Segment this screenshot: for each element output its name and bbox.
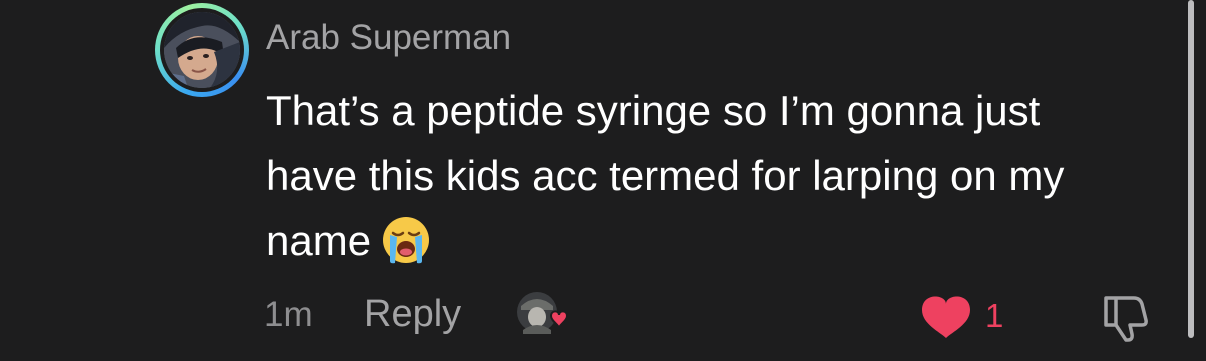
like-count: 1 xyxy=(985,297,1004,334)
comment-line: That’s a peptide syringe so I’m gonna ju… xyxy=(266,87,1041,134)
comment-actions: 1m Reply 1 xyxy=(0,290,1206,342)
reply-button[interactable]: Reply xyxy=(364,293,461,336)
avatar-image xyxy=(164,12,240,88)
comment: Arab Superman That’s a peptide syringe s… xyxy=(0,0,1206,361)
comment-text: That’s a peptide syringe so I’m gonna ju… xyxy=(266,78,1186,273)
comment-line: have this kids acc termed for larping on… xyxy=(266,152,1065,199)
liked-by-avatar-icon[interactable] xyxy=(515,290,571,340)
username[interactable]: Arab Superman xyxy=(266,18,511,58)
avatar[interactable] xyxy=(155,3,249,97)
scrollbar[interactable] xyxy=(1188,0,1194,338)
heart-icon[interactable] xyxy=(918,292,974,340)
timestamp: 1m xyxy=(264,295,313,334)
thumbs-down-icon[interactable] xyxy=(1098,290,1154,346)
comment-line: name xyxy=(266,208,1186,273)
comment-line-text: name xyxy=(266,217,372,264)
loudly-crying-face-icon xyxy=(381,215,431,265)
